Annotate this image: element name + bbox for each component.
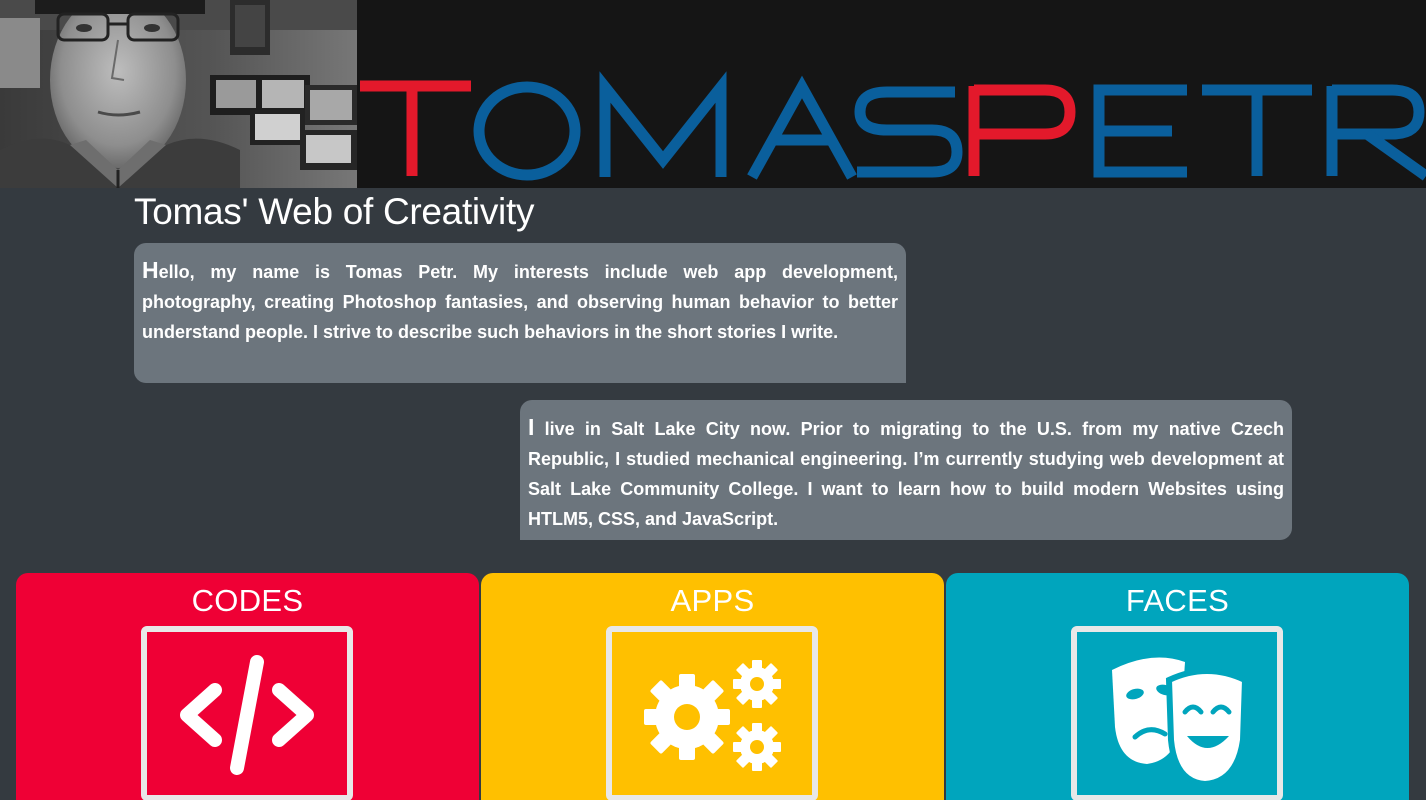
- bio-paragraph-intro: Hello, my name is Tomas Petr. My interes…: [134, 243, 906, 383]
- card-faces[interactable]: FACES: [946, 573, 1409, 800]
- theater-masks-icon: [1112, 657, 1249, 788]
- portrait-photo: [0, 0, 357, 188]
- banner-logo: [360, 71, 1426, 181]
- bio-paragraph-background: I live in Salt Lake City now. Prior to m…: [520, 400, 1292, 540]
- bio-text: live in Salt Lake City now. Prior to mig…: [528, 419, 1284, 529]
- gears-icon: [644, 660, 781, 771]
- bio-text: ello, my name is Tomas Petr. My interest…: [142, 262, 898, 342]
- card-apps[interactable]: APPS: [481, 573, 944, 800]
- banner: [357, 0, 1426, 188]
- bio-dropcap: H: [142, 257, 159, 283]
- card-title: CODES: [191, 583, 304, 618]
- card-icon-frame[interactable]: [606, 626, 818, 800]
- card-icon-frame[interactable]: [1071, 626, 1283, 800]
- card-icon-frame[interactable]: [141, 626, 353, 800]
- header: [0, 0, 1426, 188]
- card-codes[interactable]: CODES: [16, 573, 479, 800]
- card-title: APPS: [670, 583, 755, 618]
- card-title: FACES: [1125, 583, 1230, 618]
- code-icon: [180, 655, 314, 775]
- portrait-image: [0, 0, 357, 188]
- page-title: Tomas' Web of Creativity: [134, 191, 535, 232]
- page: Tomas' Web of Creativity Hello, my name …: [0, 0, 1426, 800]
